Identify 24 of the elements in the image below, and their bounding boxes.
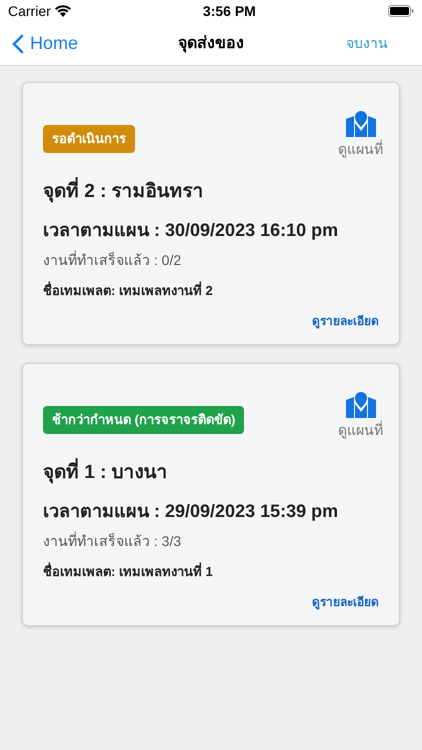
progress-text: งานที่ทำเสร็จแล้ว : 0/2 bbox=[43, 250, 182, 270]
map-pin-icon bbox=[346, 111, 376, 137]
stop-title: จุดที่ 2 : รามอินทรา bbox=[43, 178, 379, 206]
planned-time: เวลาตามแผน : 30/09/2023 16:10 pm bbox=[43, 218, 340, 242]
chevron-left-icon bbox=[12, 34, 24, 54]
status-badge: ช้ากว่ากำหนด (การจราจรติดขัด) bbox=[43, 406, 244, 434]
details-link[interactable]: ดูรายละเอียด bbox=[312, 312, 379, 330]
planned-time: เวลาตามแผน : 29/09/2023 15:39 pm bbox=[43, 500, 340, 523]
screen-title: จุดส่งของ bbox=[178, 34, 244, 54]
view-map-button[interactable]: ดูแผนที่ bbox=[338, 392, 383, 441]
finish-button[interactable]: จบงาน bbox=[346, 33, 388, 54]
details-link[interactable]: ดูรายละเอียด bbox=[312, 593, 379, 611]
view-map-button[interactable]: ดูแผนที่ bbox=[338, 111, 383, 160]
map-pin-icon bbox=[346, 392, 376, 418]
battery-icon bbox=[388, 5, 414, 17]
status-badge: รอดำเนินการ bbox=[43, 125, 135, 152]
template-name: ชื่อเทมเพลต: เทมเพลทงานที่ 1 bbox=[43, 562, 214, 580]
progress-text: งานที่ทำเสร็จแล้ว : 3/3 bbox=[43, 530, 182, 550]
status-time: 3:56 PM bbox=[202, 2, 256, 20]
template-name: ชื่อเทมเพลต: เทมเพลทงานที่ 2 bbox=[43, 280, 214, 300]
back-button[interactable]: Home bbox=[12, 30, 112, 57]
carrier-label: Carrier bbox=[8, 2, 51, 20]
wifi-icon bbox=[54, 5, 71, 17]
stop-title: จุดที่ 1 : บางนา bbox=[43, 459, 379, 488]
